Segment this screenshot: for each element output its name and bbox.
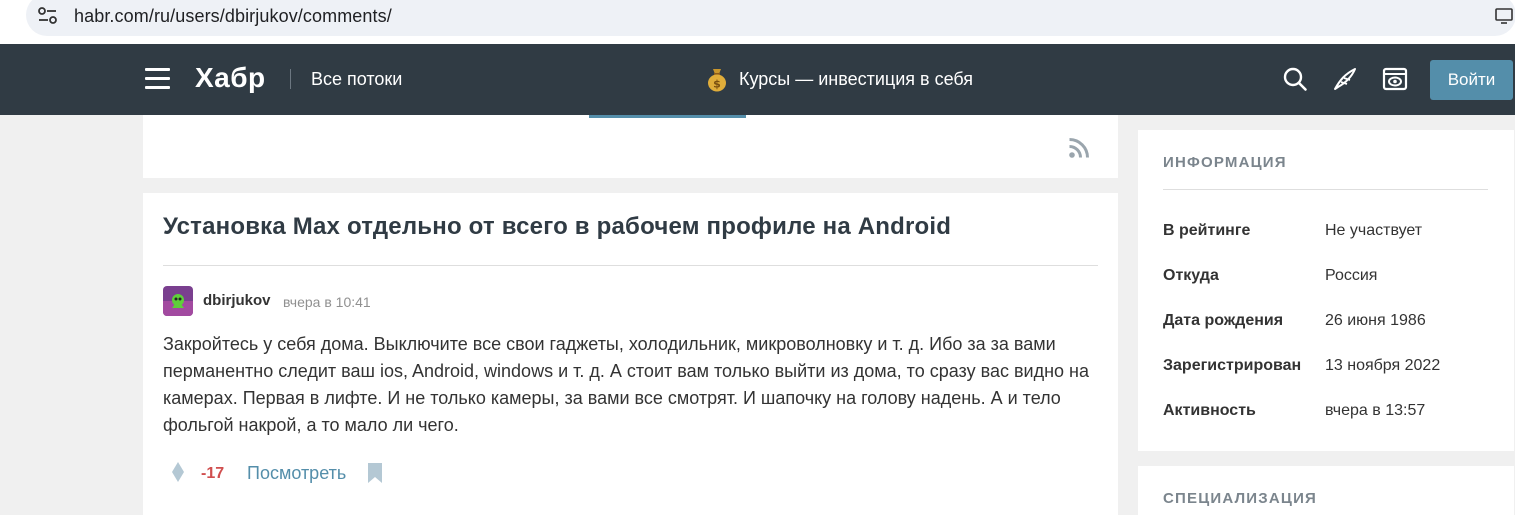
info-label: Откуда <box>1163 267 1219 284</box>
info-label: В рейтинге <box>1163 222 1251 239</box>
specialization-heading: СПЕЦИАЛИЗАЦИЯ <box>1163 490 1318 507</box>
bookmark-icon[interactable] <box>367 462 383 484</box>
info-value[interactable]: Россия <box>1325 267 1377 285</box>
write-post-icon[interactable] <box>1332 66 1358 92</box>
comment-body: Закройтесь у себя дома. Выключите все св… <box>163 334 1089 435</box>
appearance-settings-icon[interactable] <box>1382 66 1408 92</box>
info-heading: ИНФОРМАЦИЯ <box>1163 154 1287 171</box>
browser-address-bar: habr.com/ru/users/dbirjukov/comments/ <box>0 0 1515 44</box>
site-info-icon[interactable] <box>36 5 60 27</box>
url-text[interactable]: habr.com/ru/users/dbirjukov/comments/ <box>74 6 392 27</box>
info-row-location: Откуда Россия <box>1163 267 1503 289</box>
info-divider <box>1163 189 1488 190</box>
info-row-activity: Активность вчера в 13:57 <box>1163 402 1503 424</box>
money-bag-icon: $ <box>708 69 726 92</box>
comment-author[interactable]: dbirjukov <box>203 292 271 309</box>
menu-icon[interactable] <box>145 68 170 89</box>
info-value: вчера в 13:57 <box>1325 402 1426 419</box>
comment-card: Установка Max отдельно от всего в рабоче… <box>143 193 1118 515</box>
site-header: Хабр Все потоки $ Курсы — инвестиция в с… <box>0 44 1515 115</box>
info-label: Активность <box>1163 402 1256 419</box>
site-logo[interactable]: Хабр <box>195 62 266 94</box>
info-label: Зарегистрирован <box>1163 357 1302 374</box>
specialization-card: СПЕЦИАЛИЗАЦИЯ <box>1138 466 1514 515</box>
all-streams-link[interactable]: Все потоки <box>311 69 402 90</box>
rss-icon[interactable] <box>1068 137 1090 159</box>
view-comment-link[interactable]: Посмотреть <box>247 463 346 484</box>
post-title-link[interactable]: Установка Max отдельно от всего в рабоче… <box>163 213 951 241</box>
svg-text:$: $ <box>713 78 721 91</box>
info-value: Не участвует <box>1325 222 1423 239</box>
info-label: Дата рождения <box>1163 312 1284 329</box>
promo-text: Курсы — инвестиция в себя <box>739 68 974 89</box>
user-info-card: ИНФОРМАЦИЯ В рейтинге Не участвует Откуд… <box>1138 130 1514 451</box>
info-row-birthday: Дата рождения 26 июня 1986 <box>1163 312 1503 334</box>
profile-tabs-card <box>143 115 1118 178</box>
avatar[interactable] <box>163 286 193 316</box>
info-row-registered: Зарегистрирован 13 ноября 2022 <box>1163 357 1503 379</box>
header-divider <box>290 69 291 89</box>
search-icon[interactable] <box>1282 66 1308 92</box>
comment-time[interactable]: вчера в 10:41 <box>283 294 371 310</box>
title-divider <box>163 265 1098 266</box>
comment-score: -17 <box>201 465 225 482</box>
info-value: 26 июня 1986 <box>1325 312 1426 329</box>
cast-icon[interactable] <box>1495 6 1515 26</box>
login-button[interactable]: Войти <box>1430 60 1513 100</box>
active-tab-indicator <box>589 115 746 118</box>
promo-link[interactable]: $ Курсы — инвестиция в себя <box>705 65 973 93</box>
info-row-rating: В рейтинге Не участвует <box>1163 222 1503 244</box>
vote-icon[interactable] <box>171 461 185 483</box>
info-value: 13 ноября 2022 <box>1325 357 1441 374</box>
